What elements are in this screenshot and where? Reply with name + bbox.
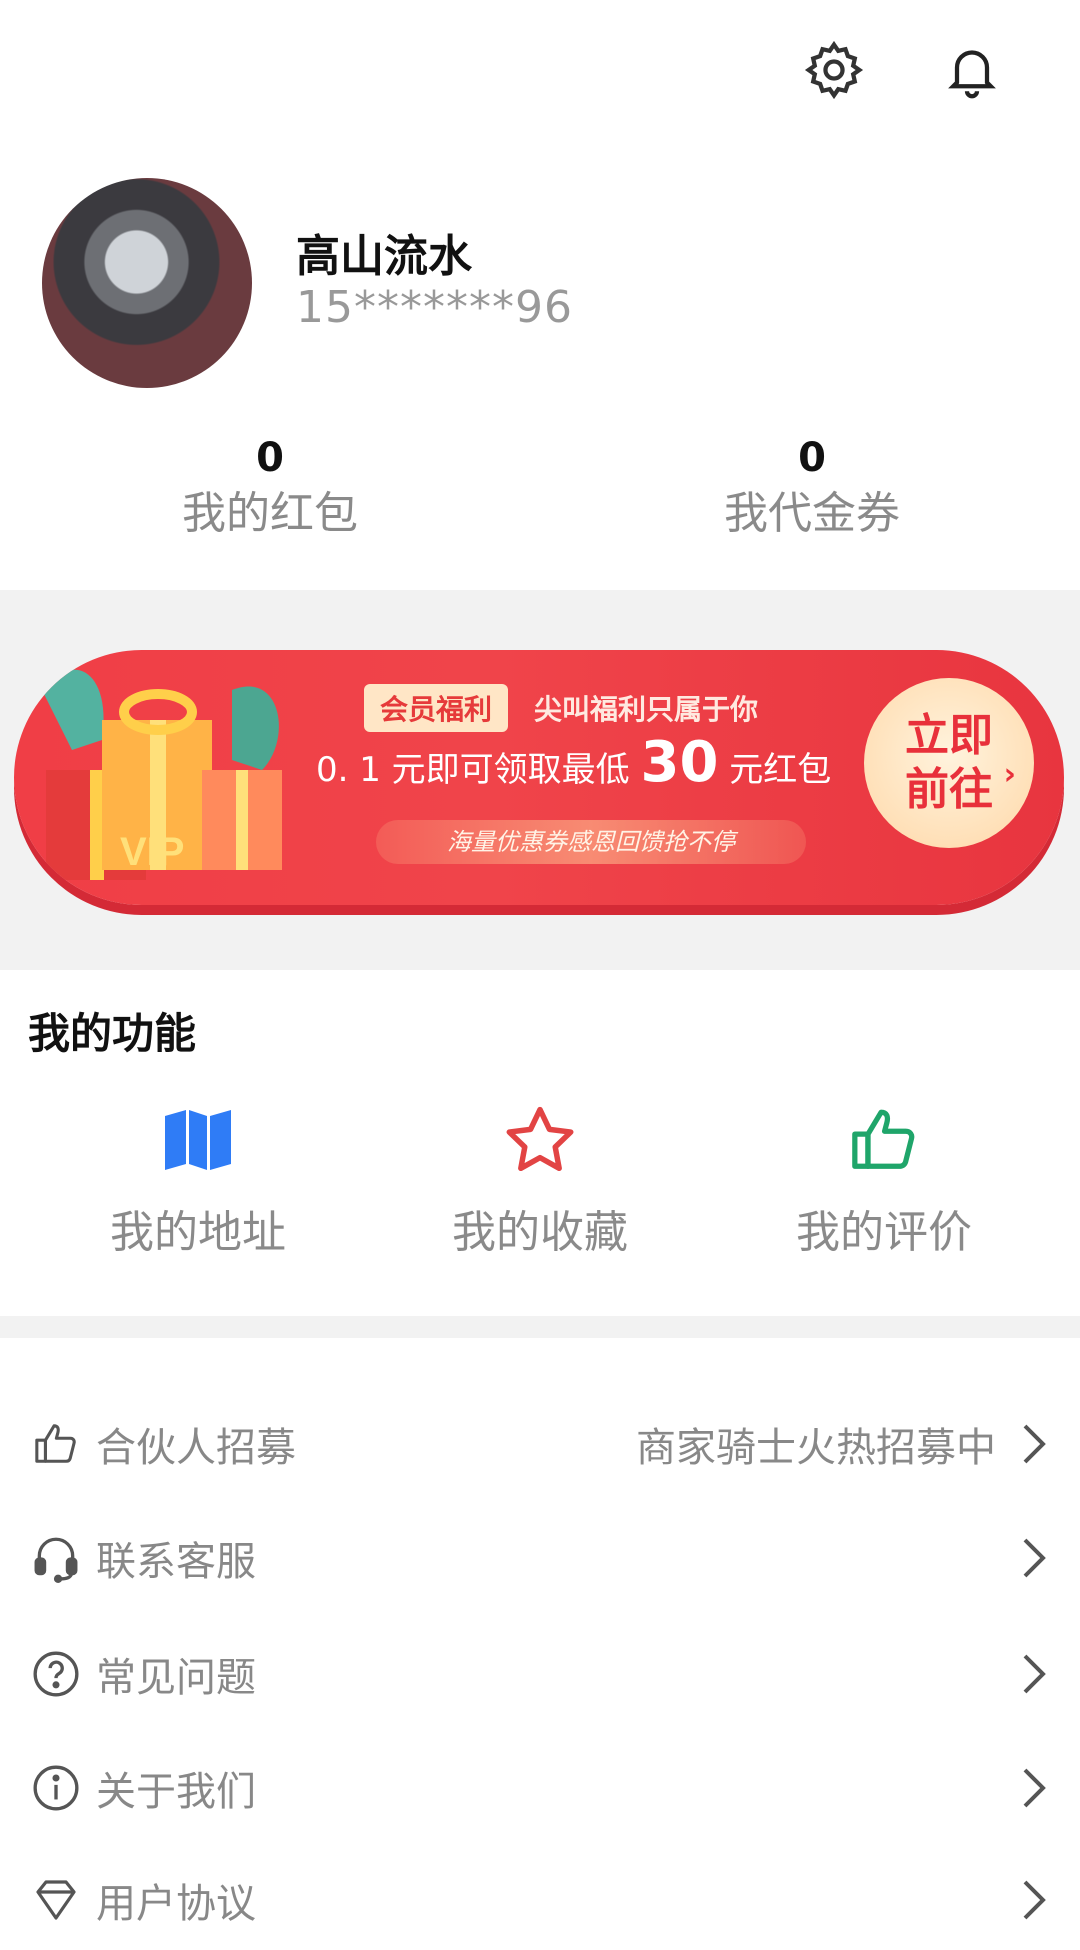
go-button-line1: 立即 [905, 710, 993, 761]
member-badge: 会员福利 [364, 684, 509, 732]
banner-main-prefix: 0. 1 元即可领取最低 [316, 750, 630, 790]
menu-label: 关于我们 [96, 1769, 256, 1815]
section-divider [0, 1316, 1080, 1338]
function-label: 我的收藏 [452, 1207, 628, 1258]
banner-subline: 海量优惠券感恩回馈抢不停 [376, 820, 806, 864]
settings-icon[interactable] [792, 28, 876, 112]
menu-label: 联系客服 [96, 1539, 256, 1585]
function-my-address[interactable]: 我的地址 [48, 1100, 348, 1260]
stat-voucher[interactable]: 0 我代金券 [662, 432, 962, 544]
avatar[interactable] [42, 178, 252, 388]
banner-tagline: 尖叫福利只属于你 [534, 693, 759, 726]
menu-hint: 商家骑士火热招募中 [636, 1425, 996, 1471]
go-now-button[interactable]: 立即 前往 › [864, 678, 1034, 848]
menu-item-about-us[interactable]: 关于我们 [0, 1738, 1080, 1838]
phone-number: 15*******96 [296, 282, 573, 333]
function-label: 我的地址 [110, 1207, 286, 1258]
promo-banner[interactable]: VIP 会员福利 尖叫福利只属于你 0. 1 元即可领取最低 30 元红包 海量… [14, 650, 1064, 905]
map-icon [48, 1100, 348, 1180]
gift-illustration: VIP [32, 650, 302, 905]
function-label: 我的评价 [796, 1207, 972, 1258]
question-icon [28, 1646, 84, 1702]
function-my-favorites[interactable]: 我的收藏 [390, 1100, 690, 1260]
info-icon [28, 1760, 84, 1816]
menu-item-faq[interactable]: 常见问题 [0, 1624, 1080, 1724]
banner-main-text: 0. 1 元即可领取最低 30 元红包 [316, 730, 831, 795]
menu-item-user-agreement[interactable]: 用户协议 [0, 1850, 1080, 1950]
stat-red-packet[interactable]: 0 我的红包 [120, 432, 420, 544]
chevron-right-icon [1014, 1530, 1054, 1586]
chevron-right-icon: › [1003, 757, 1016, 792]
vip-text: VIP [120, 830, 184, 874]
menu-label: 合伙人招募 [96, 1425, 296, 1471]
menu-item-partner-recruit[interactable]: 合伙人招募 商家骑士火热招募中 [0, 1394, 1080, 1494]
promo-banner-area: VIP 会员福利 尖叫福利只属于你 0. 1 元即可领取最低 30 元红包 海量… [0, 590, 1080, 970]
menu-item-contact-support[interactable]: 联系客服 [0, 1508, 1080, 1608]
headset-icon [28, 1530, 84, 1586]
banner-main-suffix: 元红包 [729, 750, 832, 790]
banner-amount: 30 [640, 730, 719, 795]
thumbs-up-icon [28, 1416, 84, 1472]
stat-label: 我的红包 [182, 488, 358, 539]
functions-title: 我的功能 [28, 1009, 197, 1058]
function-my-reviews[interactable]: 我的评价 [734, 1100, 1034, 1260]
menu-label: 常见问题 [96, 1655, 256, 1701]
star-icon [390, 1100, 690, 1180]
go-button-line2: 前往 [905, 764, 993, 815]
menu-label: 用户协议 [96, 1881, 256, 1927]
stat-label: 我代金券 [724, 488, 900, 539]
bell-icon[interactable] [930, 28, 1014, 112]
chevron-right-icon [1014, 1760, 1054, 1816]
chevron-right-icon [1014, 1416, 1054, 1472]
thumbs-up-icon [734, 1100, 1034, 1180]
stat-value: 0 [256, 435, 284, 481]
stat-value: 0 [798, 435, 826, 481]
chevron-right-icon [1014, 1646, 1054, 1702]
username: 高山流水 [296, 231, 472, 282]
